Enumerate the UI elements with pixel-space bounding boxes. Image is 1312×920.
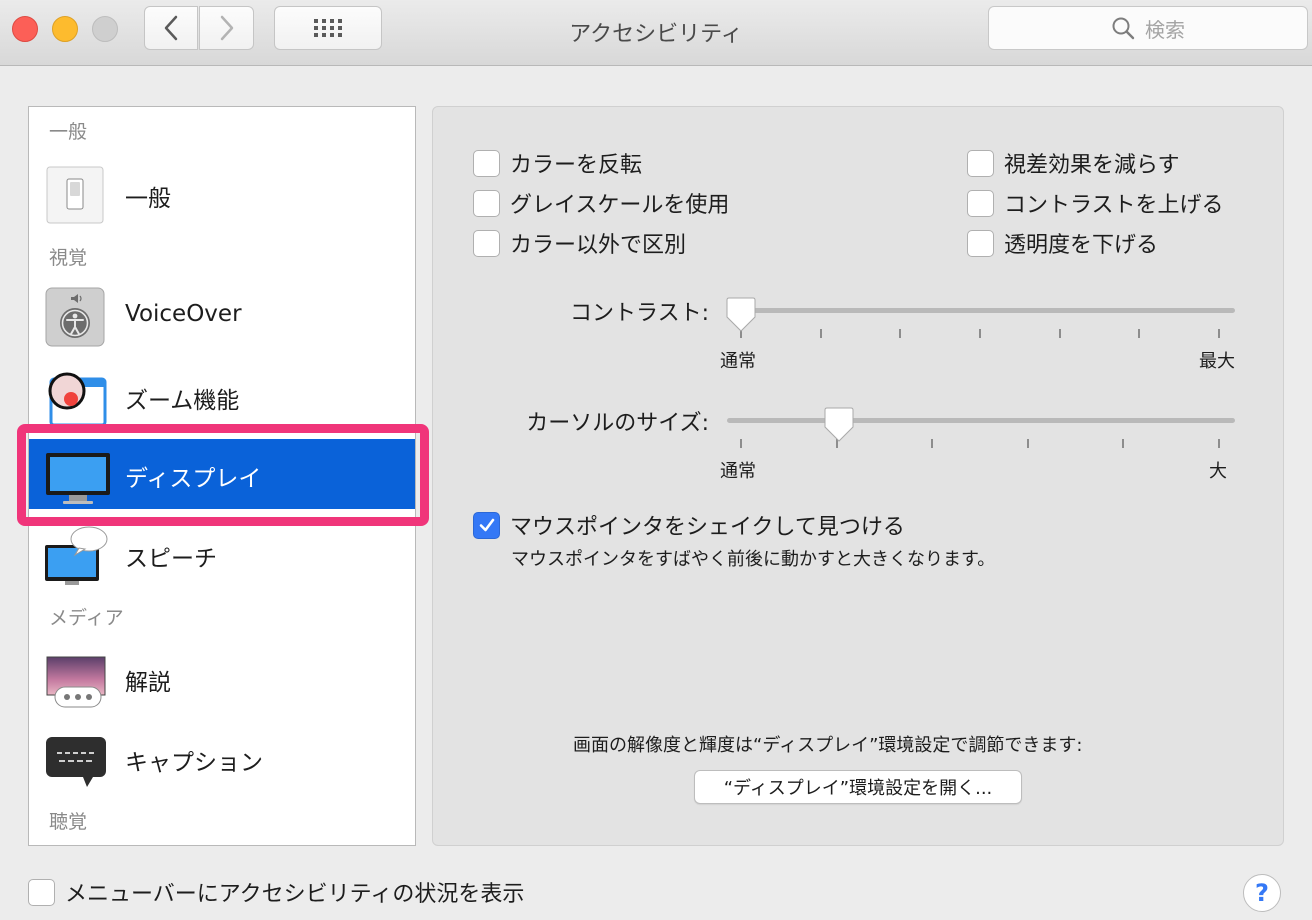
section-title-vision: 視覚 [49, 247, 88, 269]
display-icon [45, 445, 110, 505]
section-title-hearing: 聴覚 [49, 811, 88, 833]
cursor-size-tick [740, 439, 742, 448]
resolution-note: 画面の解像度と輝度は“ディスプレイ”環境設定で調節できます: [573, 735, 1083, 756]
reduce-motion-checkbox[interactable] [967, 149, 994, 177]
reduce-motion-label: 視差効果を減らす [1004, 153, 1180, 178]
reduce-motion-checkbox-row[interactable]: 視差効果を減らす [967, 147, 1180, 179]
switch-icon [45, 165, 105, 225]
differentiate-without-color-label: カラー以外で区別 [510, 233, 687, 258]
contrast-tick [1059, 329, 1061, 338]
grayscale-checkbox-row[interactable]: グレイスケールを使用 [473, 187, 729, 219]
sidebar-item-label: ディスプレイ [125, 466, 262, 492]
cursor-size-tick [1122, 439, 1124, 448]
search-icon [1112, 17, 1135, 40]
cursor-size-max-label: 大 [1209, 461, 1227, 482]
chevron-left-icon [164, 15, 178, 41]
contrast-max-label: 最大 [1199, 351, 1235, 372]
shake-to-locate-checkbox[interactable] [473, 511, 500, 539]
category-sidebar[interactable]: 一般 一般 視覚 VoiceOver ズーム機能 ディスプレイ スピーチ メディ… [28, 106, 416, 846]
invert-colors-checkbox-row[interactable]: カラーを反転 [473, 147, 642, 179]
zoom-window-button[interactable] [92, 16, 118, 42]
minimize-window-button[interactable] [52, 16, 78, 42]
window-title: アクセシビリティ [569, 22, 743, 47]
sidebar-item-captions[interactable]: キャプション [29, 723, 415, 793]
cursor-size-tick [1027, 439, 1029, 448]
sidebar-item-label: VoiceOver [125, 301, 242, 327]
grayscale-label: グレイスケールを使用 [510, 193, 730, 218]
sidebar-item-display[interactable]: ディスプレイ [29, 439, 415, 509]
contrast-slider-knob[interactable] [725, 297, 757, 333]
show-in-menubar-label: メニューバーにアクセシビリティの状況を表示 [65, 882, 525, 907]
reduce-transparency-checkbox[interactable] [967, 229, 994, 257]
help-button[interactable]: ? [1243, 874, 1281, 912]
section-title-media: メディア [49, 607, 124, 629]
cursor-size-tick [1218, 439, 1220, 448]
forward-button[interactable] [199, 6, 254, 50]
shake-to-locate-label: マウスポインタをシェイクして見つける [510, 515, 905, 540]
sidebar-item-label: ズーム機能 [125, 388, 240, 414]
sidebar-item-speech[interactable]: スピーチ [29, 519, 415, 589]
descriptions-icon [45, 649, 106, 709]
show-in-menubar-checkbox[interactable] [28, 878, 55, 906]
increase-contrast-label: コントラストを上げる [1004, 193, 1224, 218]
shake-to-locate-checkbox-row[interactable]: マウスポインタをシェイクして見つける [473, 509, 905, 541]
contrast-slider-label: コントラスト: [570, 301, 709, 326]
cursor-size-slider-track[interactable] [727, 418, 1235, 423]
captions-icon [45, 729, 106, 789]
increase-contrast-checkbox[interactable] [967, 189, 994, 217]
sidebar-item-label: スピーチ [125, 546, 217, 572]
show-in-menubar-checkbox-row[interactable]: メニューバーにアクセシビリティの状況を表示 [28, 876, 524, 908]
cursor-size-slider-label: カーソルのサイズ: [526, 411, 709, 436]
show-all-button[interactable] [274, 6, 382, 50]
differentiate-without-color-checkbox[interactable] [473, 229, 500, 257]
back-button[interactable] [144, 6, 198, 50]
chevron-right-icon [220, 15, 233, 41]
checkmark-icon [479, 518, 494, 532]
invert-colors-label: カラーを反転 [510, 153, 643, 178]
reduce-transparency-label: 透明度を下げる [1004, 233, 1159, 258]
contrast-tick [1138, 329, 1140, 338]
increase-contrast-checkbox-row[interactable]: コントラストを上げる [967, 187, 1224, 219]
close-window-button[interactable] [12, 16, 38, 42]
speech-icon [45, 525, 108, 585]
search-field[interactable]: 検索 [988, 6, 1308, 50]
window-toolbar: アクセシビリティ 検索 [0, 0, 1312, 66]
cursor-size-min-label: 通常 [720, 461, 756, 482]
section-title-general: 一般 [49, 121, 88, 143]
sidebar-item-general[interactable]: 一般 [29, 159, 415, 229]
cursor-size-tick [931, 439, 933, 448]
zoom-icon [45, 367, 107, 427]
shake-to-locate-description: マウスポインタをすばやく前後に動かすと大きくなります。 [511, 549, 996, 570]
invert-colors-checkbox[interactable] [473, 149, 500, 177]
search-placeholder: 検索 [1145, 17, 1185, 42]
differentiate-without-color-checkbox-row[interactable]: カラー以外で区別 [473, 227, 686, 259]
open-display-preferences-button[interactable]: “ディスプレイ”環境設定を開く... [694, 770, 1022, 804]
contrast-tick [899, 329, 901, 338]
sidebar-item-zoom[interactable]: ズーム機能 [29, 361, 415, 431]
contrast-slider-track[interactable] [727, 308, 1235, 313]
sidebar-item-descriptions[interactable]: 解説 [29, 643, 415, 713]
contrast-min-label: 通常 [720, 351, 756, 372]
sidebar-item-voiceover[interactable]: VoiceOver [29, 281, 415, 351]
grid-icon [314, 19, 342, 37]
contrast-tick [820, 329, 822, 338]
sidebar-item-label: キャプション [125, 750, 263, 776]
sidebar-item-label: 解説 [125, 670, 171, 696]
display-settings-pane: カラーを反転 グレイスケールを使用 カラー以外で区別 視差効果を減らす コントラ… [432, 106, 1284, 846]
cursor-size-slider-knob[interactable] [823, 407, 855, 443]
grayscale-checkbox[interactable] [473, 189, 500, 217]
contrast-tick [979, 329, 981, 338]
voiceover-icon [45, 287, 105, 347]
reduce-transparency-checkbox-row[interactable]: 透明度を下げる [967, 227, 1158, 259]
sidebar-item-label: 一般 [125, 186, 171, 212]
contrast-tick [1218, 329, 1220, 338]
